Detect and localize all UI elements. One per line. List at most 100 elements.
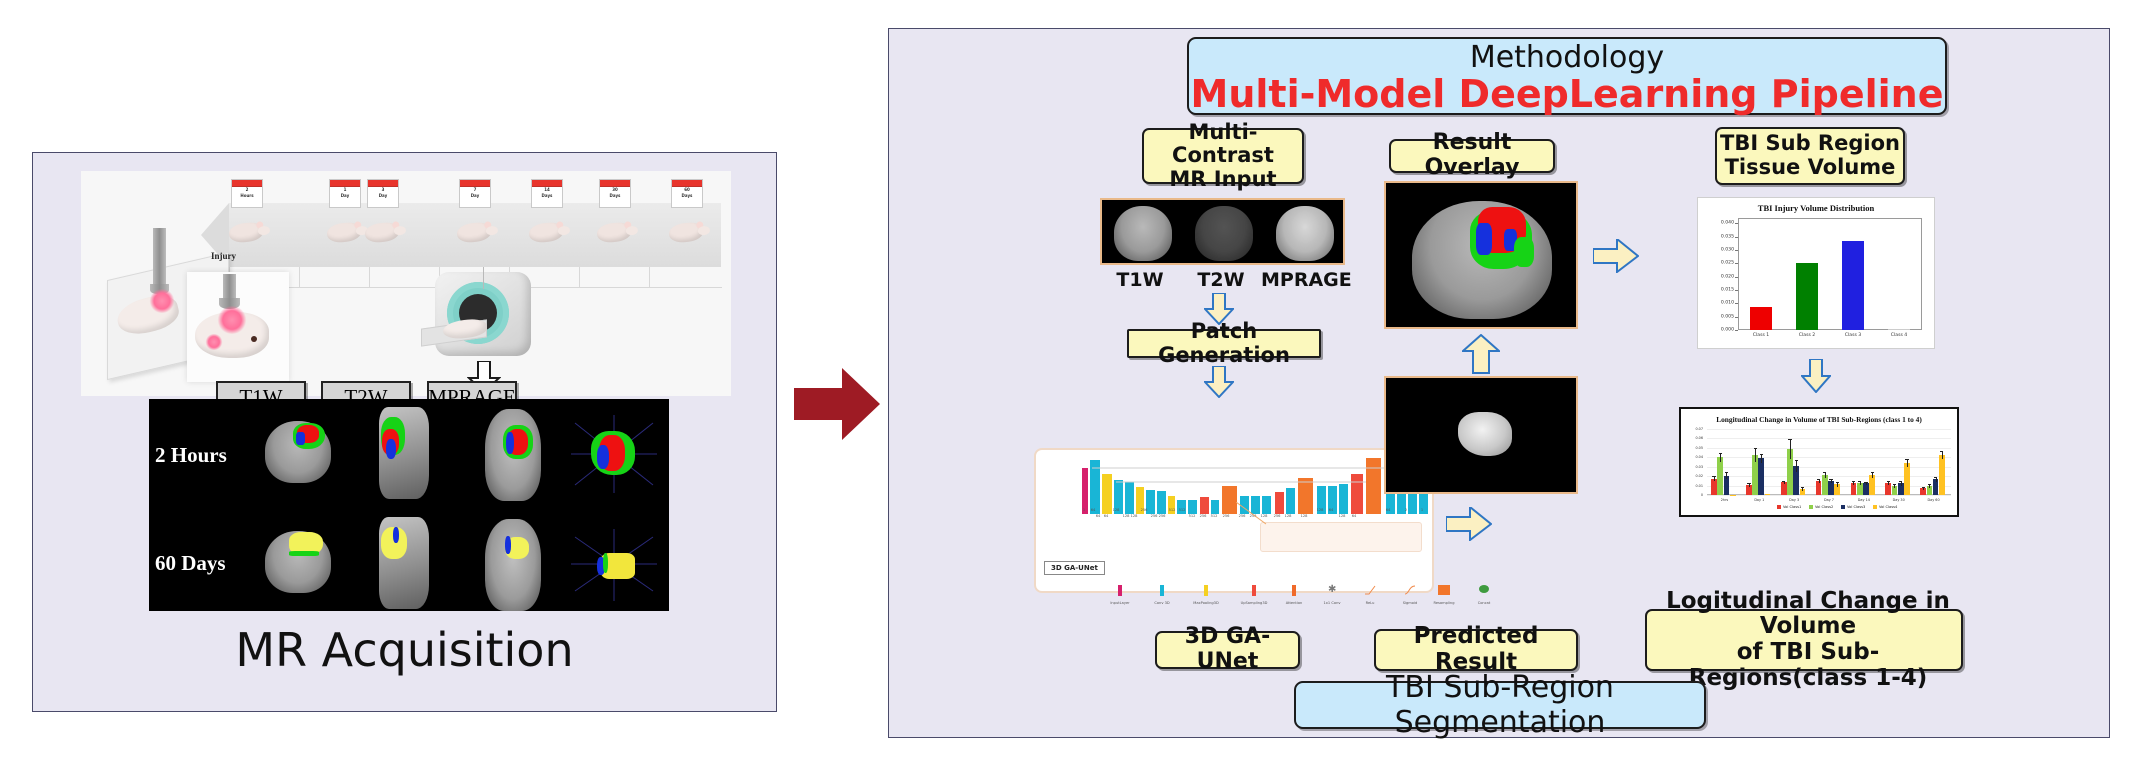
predicted-mask: [1458, 412, 1512, 456]
unet-channel-count: 256: [1222, 514, 1230, 518]
chart1-y-tick: 0.005: [1720, 314, 1734, 320]
chart2-gridline: [1707, 476, 1951, 478]
chart2-error-cap: [1816, 478, 1821, 480]
chart2-error-bar: [1789, 438, 1791, 460]
injury-label: Injury: [211, 251, 237, 261]
legend-label: Concat: [1477, 601, 1491, 605]
calendar-header: [532, 180, 562, 187]
chart2-bar: [1764, 494, 1771, 495]
brain-axial-60d: [485, 519, 541, 611]
input-brain-mprage: [1276, 206, 1334, 261]
chart1-y-tick: 0.040: [1720, 220, 1734, 226]
predicted-result-image: [1384, 376, 1578, 494]
chart2-x-tick: Day 60: [1927, 498, 1940, 502]
chart2-bar: [1938, 454, 1945, 495]
chart2-error-cap: [1858, 480, 1862, 482]
unet-legend: InputLayer Conv 3D MaxPooling3D UpSampling3…: [1110, 563, 1490, 606]
input-label-line2: MR Input: [1169, 166, 1277, 191]
legend-swatch: [1404, 585, 1416, 595]
chart2-error-cap: [1794, 459, 1798, 461]
chart2-gridline: [1707, 447, 1951, 449]
chart1-tick-mark: [1735, 330, 1738, 331]
chart2-y-tick: 0.01: [1695, 483, 1703, 488]
unet-channel-count: 512: [1178, 508, 1186, 512]
legend-label: InputLayer: [1110, 601, 1130, 605]
mr-acquisition-title: MR Acquisition: [235, 623, 574, 677]
input-caption-t2w: T2W: [1197, 269, 1245, 291]
legend-label: UpSampling3D: [1240, 601, 1268, 605]
longitudinal-line1: Logitudinal Change in Volume: [1666, 587, 1950, 640]
chart1-bar: [1750, 307, 1772, 330]
chart1-y-tick: 0.015: [1720, 287, 1734, 293]
calendar-unit: Day: [378, 193, 388, 198]
chart1-tick-mark: [1735, 303, 1738, 305]
calendar-header: [460, 180, 490, 187]
calendar-unit: Day: [340, 193, 350, 198]
legend-label: Resampling: [1433, 601, 1455, 605]
multi-contrast-input-images: [1100, 198, 1345, 265]
input-brain-t1w: [1114, 206, 1172, 261]
injury-site-zoom: [217, 306, 247, 334]
mr-acquisition-panel: 2 Hours 1 Day 3 Day 7 Day 14 Days 30 Days 60 Days: [32, 152, 777, 712]
injury-site-zoom-2: [205, 334, 223, 350]
calendar-unit: Days: [681, 193, 693, 198]
chart2-bar: [1815, 481, 1822, 495]
chart2-x-tick: Day 30: [1892, 498, 1905, 502]
unet-channel-count: 1: [1082, 508, 1086, 512]
unet-channel-count: 64: [1385, 508, 1391, 512]
timeline-calendar: 2 Hours: [231, 179, 263, 208]
acquisition-illustration-card: 2 Hours 1 Day 3 Day 7 Day 14 Days 30 Days 60 Days: [81, 171, 731, 396]
legend-swatch: [1438, 585, 1450, 595]
methodology-header: Methodology Multi-Model DeepLearning Pip…: [1187, 37, 1947, 115]
footer-text: TBI Sub-Region Segmentation: [1386, 670, 1614, 740]
legend-label: Conv 3D: [1154, 601, 1170, 605]
chart2-error-bar: [1726, 472, 1728, 480]
unet-channel-count: 128: [1316, 508, 1324, 512]
chart2-error-bar: [1941, 451, 1943, 459]
chart2-y-tick: 0.07: [1695, 427, 1703, 431]
chart2-x-tick: Day 3: [1789, 498, 1800, 502]
chart2-error-cap: [1886, 481, 1890, 483]
legend-swatch: [1204, 585, 1208, 596]
chart2-legend-label: Vol Class1: [1783, 505, 1802, 509]
attention-module-inset: [1260, 522, 1422, 552]
pipeline-title: Multi-Model DeepLearning Pipeline: [1190, 71, 1944, 116]
chart2-gridline: [1707, 466, 1951, 468]
timeline-calendar: 60 Days: [671, 179, 703, 208]
chart2-gridline: [1707, 438, 1951, 440]
panel-transition-arrow: [794, 368, 880, 440]
chart2-legend: Vol Class1 Vol Class2 Vol Class3 Vol Class4: [1681, 504, 1957, 512]
chart2-legend-label: Vol Class4: [1879, 505, 1898, 509]
chart1-bar: [1796, 263, 1818, 330]
chart1-tick-mark: [1735, 263, 1738, 265]
chart2-error-bar: [1761, 454, 1763, 463]
chart2-legend-swatch: [1809, 505, 1813, 509]
unet-channel-count: 256: [1150, 514, 1158, 518]
legend-swatch: ✱: [1328, 584, 1337, 595]
calendar-unit: Days: [541, 193, 553, 198]
predicted-result-label: Predicted Result: [1374, 623, 1578, 675]
calendar-unit: Day: [470, 193, 480, 198]
legend-swatch: [1118, 585, 1122, 596]
unet-channel-count: 64: [1103, 514, 1109, 518]
chart2-error-cap: [1835, 482, 1839, 484]
unet-channel-count: 64: [1095, 514, 1101, 518]
chart1-tick-mark: [1735, 290, 1738, 291]
calendar-header: [368, 180, 398, 187]
tbi-injury-volume-chart: TBI Injury Volume Distribution 0.000 0.00…: [1697, 197, 1935, 349]
chart2-error-cap: [1712, 476, 1716, 478]
chart1-y-tick: 0.010: [1720, 300, 1734, 306]
methodology-title: Methodology: [1469, 39, 1665, 75]
chart2-x-tick: Day 1: [1754, 498, 1765, 502]
chart2-error-cap: [1940, 451, 1944, 453]
mouse-ear: [695, 221, 704, 229]
render-60d-green: [603, 553, 608, 573]
chart2-error-cap: [1823, 472, 1827, 474]
calendar-header: [672, 180, 702, 187]
calendar-unit: Hours: [240, 193, 254, 198]
timeline-calendar: 1 Day: [329, 179, 361, 208]
chart1-y-tick: 0.030: [1720, 247, 1734, 253]
mri-segmentation-montage: 2 Hours 60 Days: [149, 399, 669, 611]
legend-label: 1x1 Conv: [1323, 601, 1341, 605]
chart2-y-tick: 0.05: [1695, 445, 1703, 450]
